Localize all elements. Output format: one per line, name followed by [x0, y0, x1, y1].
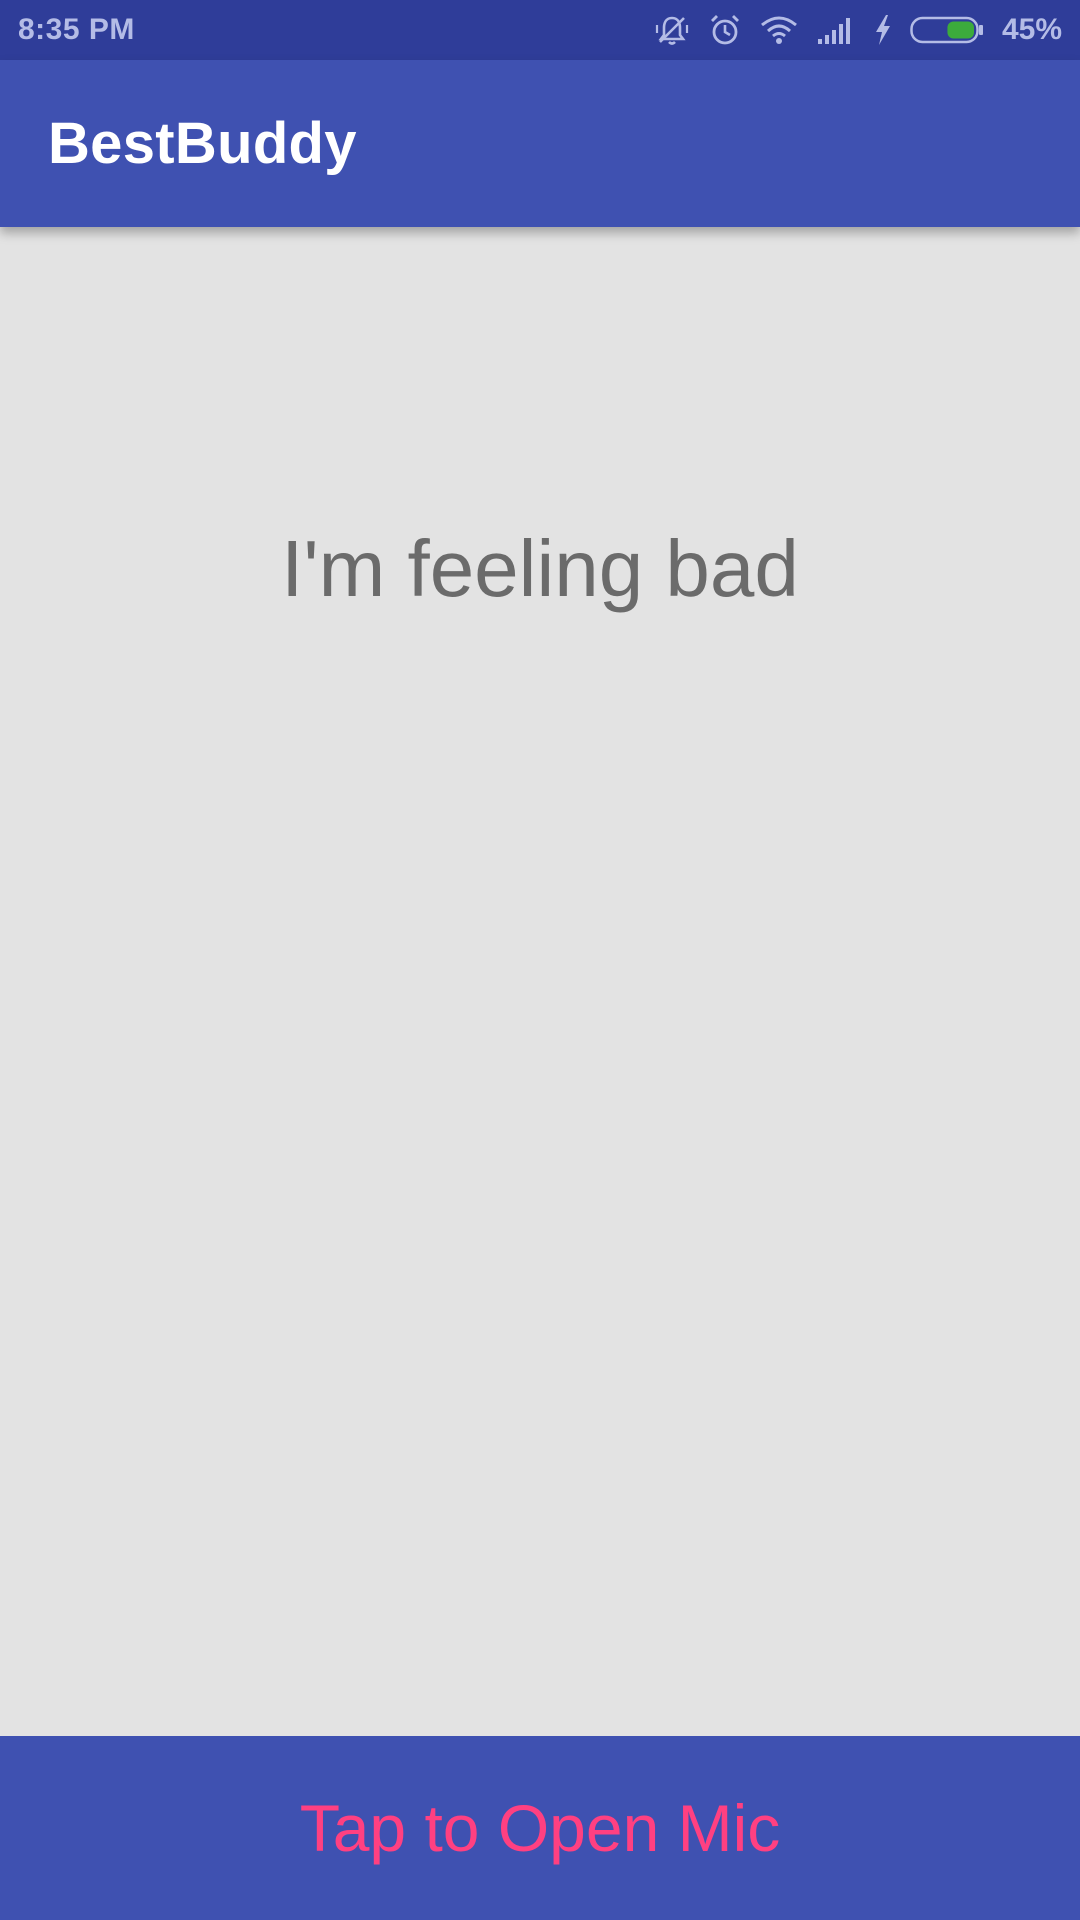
wifi-icon: [760, 15, 798, 45]
status-bar: 8:35 PM 45%: [0, 0, 1080, 60]
battery-icon: [910, 15, 984, 45]
signal-icon: [816, 15, 856, 45]
app-title: BestBuddy: [48, 111, 357, 176]
charging-icon: [874, 14, 892, 46]
alarm-icon: [708, 13, 742, 47]
status-time: 8:35 PM: [18, 13, 135, 46]
status-icons: 45%: [654, 12, 1062, 48]
main-content: I'm feeling bad: [0, 227, 1080, 1736]
app-bar: BestBuddy: [0, 60, 1080, 227]
battery-fill: [947, 21, 974, 39]
vibrate-off-icon: [654, 12, 690, 48]
open-mic-button[interactable]: Tap to Open Mic: [0, 1736, 1080, 1920]
battery-percent: 45%: [1001, 13, 1062, 46]
open-mic-label: Tap to Open Mic: [299, 1791, 781, 1865]
recognized-text: I'm feeling bad: [281, 524, 799, 613]
